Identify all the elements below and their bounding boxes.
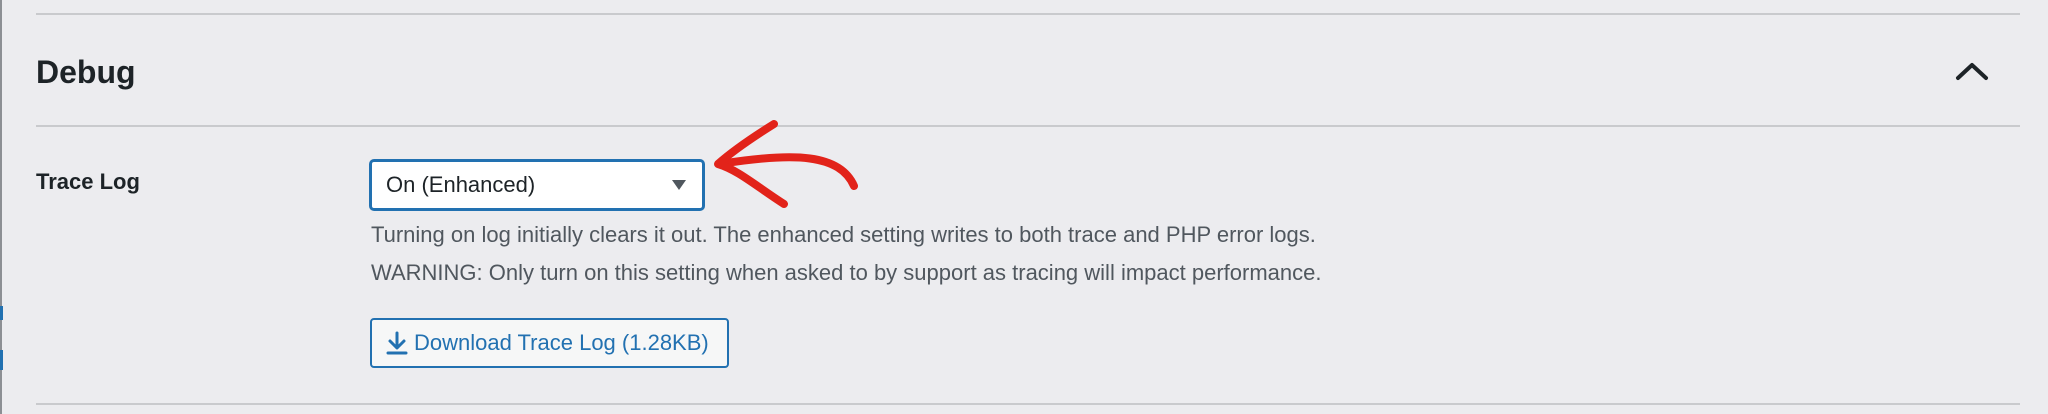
- download-button-label: Download Trace Log (1.28KB): [414, 330, 709, 355]
- left-accent-mark: [0, 306, 3, 320]
- trace-log-label: Trace Log: [36, 169, 140, 194]
- top-divider: [36, 13, 2020, 15]
- trace-log-description: Turning on log initially clears it out. …: [371, 222, 1316, 247]
- bottom-divider: [36, 403, 2020, 405]
- trace-log-warning: WARNING: Only turn on this setting when …: [371, 260, 1322, 285]
- collapse-toggle-button[interactable]: [1950, 50, 1994, 94]
- section-title: Debug: [36, 54, 136, 90]
- trace-log-select-value: On (Enhanced): [386, 172, 536, 197]
- left-accent-mark: [0, 350, 3, 370]
- download-trace-log-button[interactable]: Download Trace Log (1.28KB): [370, 318, 729, 368]
- caret-down-icon: [672, 180, 686, 190]
- section-divider: [36, 125, 2020, 127]
- trace-log-select[interactable]: On (Enhanced): [370, 160, 704, 210]
- debug-settings-panel: Debug Trace Log On (Enhanced) Turning on…: [0, 0, 2048, 414]
- chevron-up-icon: [1956, 63, 1988, 80]
- download-icon: [386, 331, 408, 355]
- red-arrow-icon: [714, 120, 858, 208]
